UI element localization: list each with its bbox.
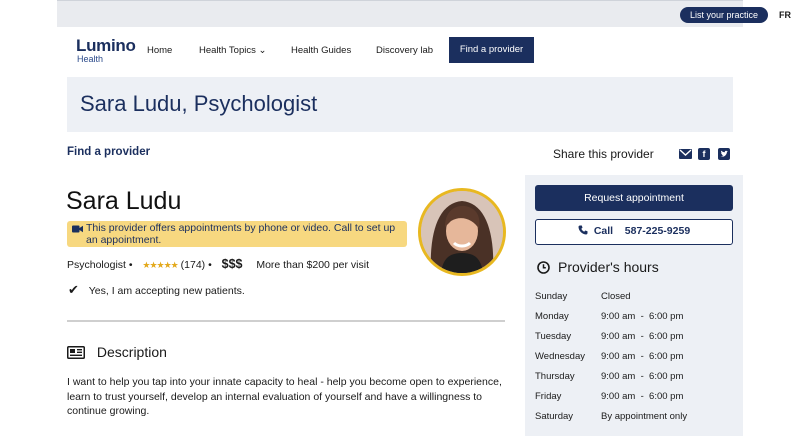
provider-sidebar: Request appointment Call 587-225-9259 Pr… bbox=[525, 175, 743, 436]
page-title: Sara Ludu, Psychologist bbox=[80, 91, 318, 116]
hours-time: 9:00 am - 6:00 pm bbox=[601, 331, 684, 342]
bullet: • bbox=[128, 259, 133, 271]
hours-time: 9:00 am - 6:00 pm bbox=[601, 371, 684, 382]
hours-day: Saturday bbox=[535, 411, 574, 422]
page-hero: Sara Ludu, Psychologist bbox=[67, 77, 733, 132]
call-label: Call bbox=[593, 225, 614, 237]
star-rating: ★★★★★ bbox=[142, 260, 178, 270]
nav-item-health-topics[interactable]: Health Topics ⌄ bbox=[199, 44, 266, 58]
hours-day: Wednesday bbox=[535, 351, 585, 362]
checkmark-icon: ✔ bbox=[68, 282, 79, 297]
main-nav: Lumino Health Home Health Topics ⌄ Healt… bbox=[57, 27, 743, 75]
hours-day: Thursday bbox=[535, 371, 575, 382]
provider-title: Psychologist bbox=[67, 259, 126, 271]
list-practice-button[interactable]: List your practice bbox=[680, 7, 768, 23]
accepting-text: Yes, I am accepting new patients. bbox=[88, 285, 245, 297]
accepting-patients: ✔ Yes, I am accepting new patients. bbox=[68, 283, 245, 298]
provider-name: Sara Ludu bbox=[66, 187, 182, 215]
description-heading: Description bbox=[67, 344, 167, 362]
description-body: I want to help you tap into your innate … bbox=[67, 376, 502, 417]
language-toggle[interactable]: FR bbox=[779, 7, 791, 23]
logo-wordmark: Lumino bbox=[76, 36, 136, 55]
section-divider bbox=[67, 320, 505, 322]
hours-time: 9:00 am - 6:00 pm bbox=[601, 311, 684, 322]
clock-icon bbox=[537, 261, 550, 277]
virtual-appointment-notice: This provider offers appointments by pho… bbox=[67, 221, 407, 247]
bullet: • bbox=[208, 259, 212, 271]
price-level: $$$ bbox=[221, 257, 243, 271]
avatar bbox=[418, 188, 506, 276]
review-count[interactable]: (174) bbox=[181, 259, 206, 271]
hours-heading-text: Provider's hours bbox=[558, 259, 659, 275]
nav-item-home[interactable]: Home bbox=[147, 44, 172, 58]
hours-day: Monday bbox=[535, 311, 569, 322]
hours-time: By appointment only bbox=[601, 411, 688, 422]
provider-meta: Psychologist • ★★★★★ (174) • $$$ More th… bbox=[67, 257, 369, 272]
notice-text: This provider offers appointments by pho… bbox=[86, 222, 396, 246]
hours-time: Closed bbox=[601, 291, 631, 302]
logo-subtitle: Health bbox=[77, 54, 104, 64]
call-button[interactable]: Call 587-225-9259 bbox=[535, 219, 733, 245]
twitter-icon[interactable] bbox=[718, 148, 730, 160]
hours-day: Friday bbox=[535, 391, 562, 402]
phone-icon bbox=[578, 221, 588, 244]
utility-bar: List your practice FR bbox=[57, 0, 791, 27]
description-heading-text: Description bbox=[96, 344, 167, 360]
hours-time: 9:00 am - 6:00 pm bbox=[601, 351, 684, 362]
request-appointment-button[interactable]: Request appointment bbox=[535, 185, 733, 211]
hours-heading: Provider's hours bbox=[537, 259, 659, 277]
share-label: Share this provider bbox=[553, 147, 654, 161]
nav-item-discovery-lab[interactable]: Discovery lab bbox=[376, 44, 433, 58]
newspaper-icon bbox=[67, 346, 85, 362]
facebook-icon[interactable]: f bbox=[698, 148, 710, 160]
find-provider-nav-button[interactable]: Find a provider bbox=[449, 37, 534, 63]
phone-number: 587-225-9259 bbox=[624, 225, 691, 237]
find-provider-link[interactable]: Find a provider bbox=[67, 146, 150, 158]
logo[interactable]: Lumino Health bbox=[76, 37, 136, 64]
nav-item-health-guides[interactable]: Health Guides bbox=[291, 44, 351, 58]
hours-day: Tuesday bbox=[535, 331, 572, 342]
video-camera-icon bbox=[72, 224, 83, 236]
hours-time: 9:00 am - 6:00 pm bbox=[601, 391, 684, 402]
hours-day: Sunday bbox=[535, 291, 568, 302]
mail-icon[interactable] bbox=[679, 148, 692, 160]
price-note: More than $200 per visit bbox=[256, 259, 369, 271]
